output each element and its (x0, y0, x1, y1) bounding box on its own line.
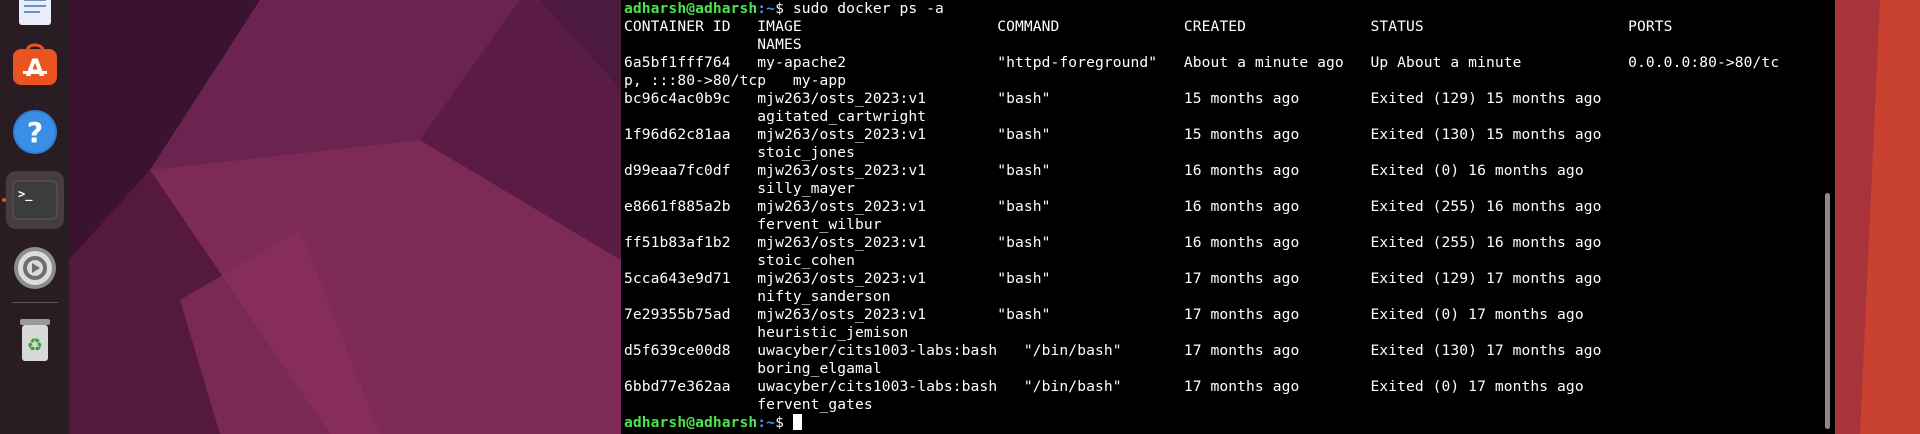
table-row-line: boring_elgamal (624, 360, 882, 377)
table-row-line: d5f639ce00d8 uwacyber/cits1003-labs:bash… (624, 342, 1602, 359)
desktop: A ? >_ ♻ adharsh@adharsh:~$ sudo docker … (0, 0, 1920, 434)
table-row-line: nifty_sanderson (624, 288, 891, 305)
table-row-line: fervent_wilbur (624, 216, 882, 233)
table-row-line: 6a5bf1fff764 my-apache2 "httpd-foregroun… (624, 54, 1780, 71)
dock-item-text-editor[interactable] (6, 0, 64, 36)
terminal-icon: >_ (12, 180, 58, 220)
help-glyph: ? (27, 116, 43, 149)
text-cursor (792, 414, 802, 430)
table-row-line: fervent_gates (624, 396, 873, 413)
current-prompt-user: adharsh@adharsh (624, 414, 758, 431)
table-row-line: 1f96d62c81aa mjw263/osts_2023:v1 "bash" … (624, 126, 1602, 143)
table-row-line: e8661f885a2b mjw263/osts_2023:v1 "bash" … (624, 198, 1602, 215)
dock-item-help[interactable]: ? (6, 103, 64, 161)
output-lines: CONTAINER ID IMAGE COMMAND CREATED STATU… (624, 18, 1779, 414)
table-row-line: bc96c4ac0b9c mjw263/osts_2023:v1 "bash" … (624, 90, 1602, 107)
current-prompt-path: :~ (757, 414, 776, 431)
table-row-line: 6bbd77e362aa uwacyber/cits1003-labs:bash… (624, 378, 1584, 395)
dock-separator (12, 302, 58, 303)
prompt-path: :~ (757, 0, 776, 17)
terminal-output: adharsh@adharsh:~$ sudo docker ps -a CONT… (624, 0, 1779, 432)
table-row-line: 7e29355b75ad mjw263/osts_2023:v1 "bash" … (624, 306, 1584, 323)
dock-item-trash[interactable]: ♻ (6, 311, 64, 369)
table-row-line: stoic_jones (624, 144, 856, 161)
dock-item-terminal[interactable]: >_ (6, 171, 64, 229)
dock-item-settings[interactable] (6, 239, 64, 297)
terminal-window[interactable]: adharsh@adharsh:~$ sudo docker ps -a CONT… (621, 0, 1835, 434)
scrollbar-thumb[interactable] (1825, 193, 1830, 429)
current-prompt-symbol: $ (775, 414, 793, 431)
table-row-line: 5cca643e9d71 mjw263/osts_2023:v1 "bash" … (624, 270, 1602, 287)
document-icon (19, 0, 51, 25)
table-header-line: NAMES (624, 36, 802, 53)
recycle-glyph: ♻ (27, 335, 43, 356)
table-row-line: ff51b83af1b2 mjw263/osts_2023:v1 "bash" … (624, 234, 1602, 251)
command-text: sudo docker ps -a (792, 0, 944, 17)
prompt-user: adharsh@adharsh (624, 0, 758, 17)
table-row-line: heuristic_jemison (624, 324, 909, 341)
table-row-line: silly_mayer (624, 180, 856, 197)
settings-gear-icon (14, 247, 56, 289)
table-row-line: agitated_cartwright (624, 108, 927, 125)
prompt-symbol: $ (775, 0, 793, 17)
table-row-line: p, :::80->80/tcp my-app (624, 72, 847, 89)
trash-recycle-icon: ♻ (20, 319, 50, 361)
terminal-glyph: >_ (18, 187, 33, 202)
app-center-glyph: A (26, 54, 45, 82)
dock-item-app-center[interactable]: A (6, 35, 64, 93)
table-header-line: CONTAINER ID IMAGE COMMAND CREATED STATU… (624, 18, 1673, 35)
app-store-bag-icon: A (13, 43, 57, 85)
current-prompt-line[interactable]: adharsh@adharsh:~$ (624, 414, 1779, 432)
table-row-line: d99eaa7fc0df mjw263/osts_2023:v1 "bash" … (624, 162, 1584, 179)
table-row-line: stoic_cohen (624, 252, 856, 269)
command-line: adharsh@adharsh:~$ sudo docker ps -a (624, 0, 1779, 18)
help-question-icon: ? (13, 110, 57, 154)
dock: A ? >_ ♻ (0, 0, 69, 434)
